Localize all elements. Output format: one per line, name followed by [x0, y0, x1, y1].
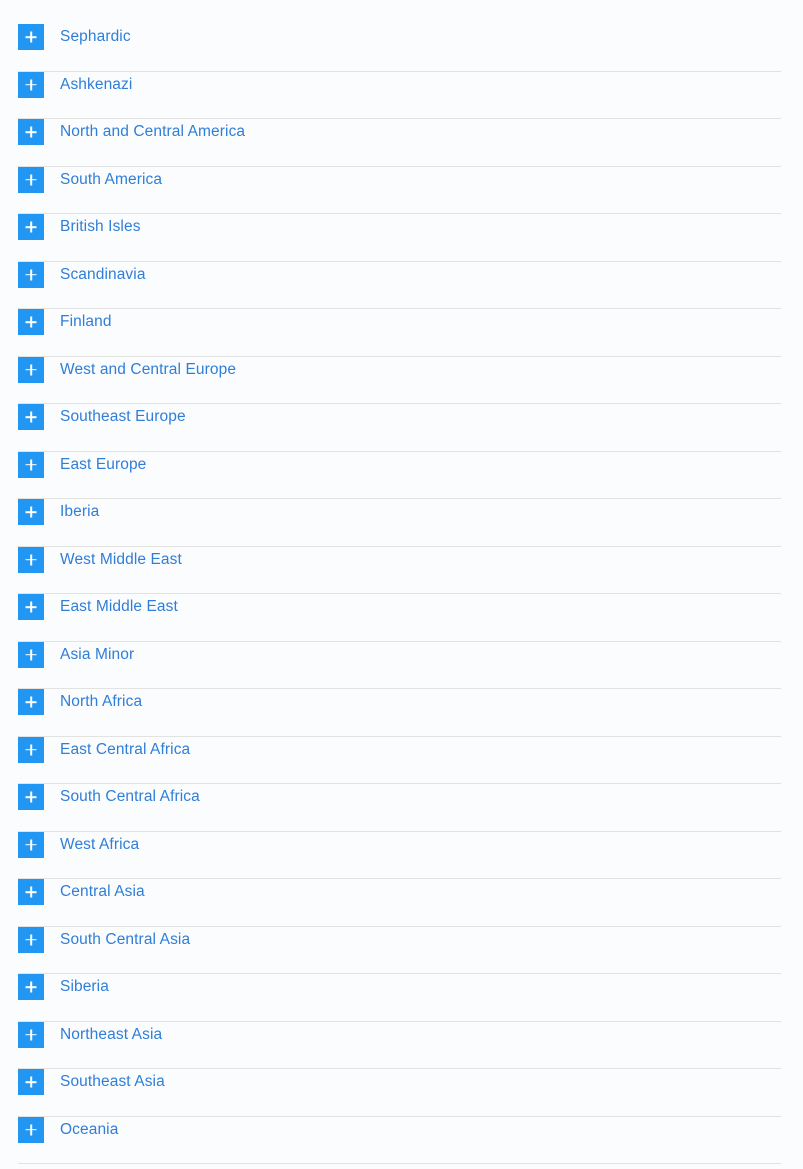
plus-icon[interactable] — [18, 119, 44, 145]
plus-icon[interactable] — [18, 546, 44, 573]
plus-icon[interactable] — [18, 309, 44, 335]
list-item[interactable]: East Europe — [0, 451, 803, 499]
region-accordion-list: Sephardic Ashkenazi North and Central Amer… — [0, 0, 803, 1164]
plus-icon[interactable] — [18, 831, 44, 858]
list-item[interactable]: Southeast Asia — [0, 1069, 803, 1117]
plus-icon[interactable] — [18, 499, 44, 525]
list-item-label[interactable]: East Europe — [60, 452, 146, 478]
list-item[interactable]: British Isles — [0, 214, 803, 262]
list-item-label[interactable]: Scandinavia — [60, 262, 146, 288]
list-item-label[interactable]: Oceania — [60, 1117, 118, 1143]
list-item[interactable]: Finland — [0, 309, 803, 357]
list-item-label[interactable]: South Central Africa — [60, 784, 200, 810]
plus-icon[interactable] — [18, 1069, 44, 1095]
list-item-label[interactable]: Southeast Europe — [60, 404, 186, 430]
list-item-label[interactable]: Finland — [60, 309, 112, 335]
list-item[interactable]: Ashkenazi — [0, 71, 803, 119]
list-item-label[interactable]: Ashkenazi — [60, 72, 132, 98]
list-item-label[interactable]: Sephardic — [60, 24, 131, 50]
list-item-label[interactable]: East Middle East — [60, 594, 178, 620]
list-item[interactable]: Central Asia — [0, 879, 803, 927]
plus-icon[interactable] — [18, 926, 44, 953]
list-item[interactable]: Asia Minor — [0, 641, 803, 689]
list-item-label[interactable]: West and Central Europe — [60, 357, 236, 383]
list-item-label[interactable]: Siberia — [60, 974, 109, 1000]
plus-icon[interactable] — [18, 641, 44, 668]
list-item-label[interactable]: Central Asia — [60, 879, 145, 905]
plus-icon[interactable] — [18, 594, 44, 620]
plus-icon[interactable] — [18, 451, 44, 478]
list-item-label[interactable]: West Middle East — [60, 547, 182, 573]
list-item[interactable]: West and Central Europe — [0, 356, 803, 404]
plus-icon[interactable] — [18, 1021, 44, 1048]
row-divider — [18, 1163, 781, 1164]
list-item[interactable]: West Middle East — [0, 546, 803, 594]
plus-icon[interactable] — [18, 974, 44, 1000]
plus-icon[interactable] — [18, 166, 44, 193]
list-item-label[interactable]: South America — [60, 167, 162, 193]
plus-icon[interactable] — [18, 879, 44, 905]
plus-icon[interactable] — [18, 1116, 44, 1143]
list-item[interactable]: West Africa — [0, 831, 803, 879]
list-item-label[interactable]: Northeast Asia — [60, 1022, 162, 1048]
list-item[interactable]: North Africa — [0, 689, 803, 737]
list-item[interactable]: Southeast Europe — [0, 404, 803, 452]
list-item[interactable]: Siberia — [0, 974, 803, 1022]
list-item[interactable]: Scandinavia — [0, 261, 803, 309]
plus-icon[interactable] — [18, 404, 44, 430]
plus-icon[interactable] — [18, 24, 44, 50]
list-item[interactable]: East Middle East — [0, 594, 803, 642]
list-item[interactable]: South America — [0, 166, 803, 214]
plus-icon[interactable] — [18, 214, 44, 240]
plus-icon[interactable] — [18, 689, 44, 715]
plus-icon[interactable] — [18, 71, 44, 98]
list-item-label[interactable]: North Africa — [60, 689, 142, 715]
list-item[interactable]: Northeast Asia — [0, 1021, 803, 1069]
list-item-label[interactable]: North and Central America — [60, 119, 245, 145]
list-item[interactable]: South Central Asia — [0, 926, 803, 974]
plus-icon[interactable] — [18, 736, 44, 763]
list-item-label[interactable]: Southeast Asia — [60, 1069, 165, 1095]
list-item[interactable]: Oceania — [0, 1116, 803, 1164]
list-item-label[interactable]: British Isles — [60, 214, 141, 240]
list-item[interactable]: Sephardic — [0, 24, 803, 72]
list-item-label[interactable]: Asia Minor — [60, 642, 134, 668]
list-item[interactable]: Iberia — [0, 499, 803, 547]
list-item[interactable]: East Central Africa — [0, 736, 803, 784]
plus-icon[interactable] — [18, 356, 44, 383]
list-item[interactable]: South Central Africa — [0, 784, 803, 832]
list-item-label[interactable]: East Central Africa — [60, 737, 190, 763]
list-item-label[interactable]: South Central Asia — [60, 927, 190, 953]
list-item-label[interactable]: Iberia — [60, 499, 99, 525]
list-item-label[interactable]: West Africa — [60, 832, 139, 858]
plus-icon[interactable] — [18, 784, 44, 810]
plus-icon[interactable] — [18, 261, 44, 288]
list-item[interactable]: North and Central America — [0, 119, 803, 167]
